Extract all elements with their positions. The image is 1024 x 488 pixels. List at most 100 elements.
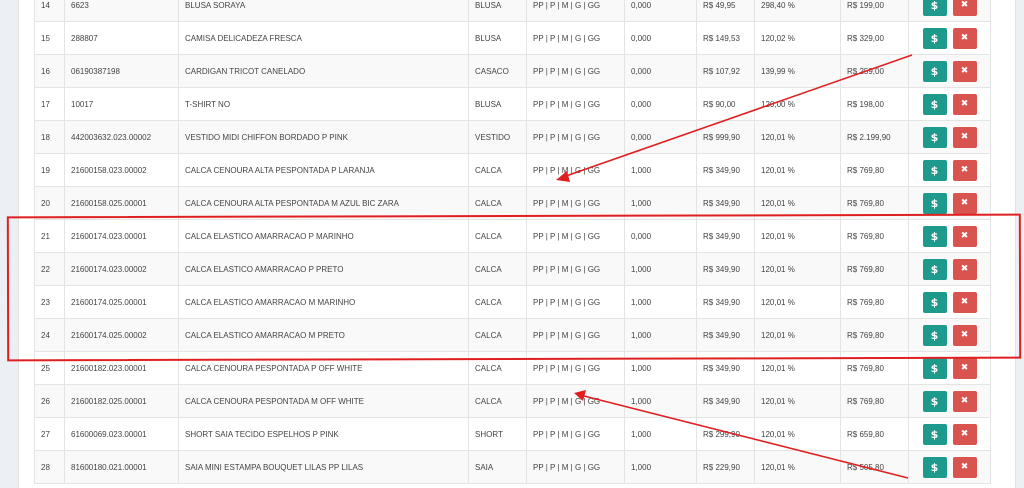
dollar-icon[interactable]: $ xyxy=(922,423,947,445)
close-icon[interactable]: ✖ xyxy=(952,192,977,214)
sale-price: R$ 259,00 xyxy=(840,54,909,88)
cost-price: R$ 349,90 xyxy=(696,384,755,418)
sale-price: R$ 199,00 xyxy=(840,0,909,22)
cost-price: R$ 349,90 xyxy=(696,318,755,352)
row-actions: $ ✖ xyxy=(908,186,991,220)
close-icon[interactable]: ✖ xyxy=(952,27,977,49)
product-code: 06190387198 xyxy=(64,54,179,88)
product-description: CALCA ELASTICO AMARRACAO M MARINHO xyxy=(178,285,469,319)
dollar-icon[interactable]: $ xyxy=(922,225,947,247)
close-icon[interactable]: ✖ xyxy=(952,93,977,115)
sale-price: R$ 198,00 xyxy=(840,87,909,121)
markup-percent: 120,01 % xyxy=(754,219,841,253)
row-number: 25 xyxy=(34,351,65,385)
cost-price: R$ 149,53 xyxy=(696,21,755,55)
dollar-icon[interactable]: $ xyxy=(922,390,947,412)
product-code: 21600174.025.00001 xyxy=(64,285,179,319)
product-code: 21600174.025.00002 xyxy=(64,318,179,352)
row-actions: $ ✖ xyxy=(908,153,991,187)
product-description: VESTIDO MIDI CHIFFON BORDADO P PINK xyxy=(178,120,469,154)
stock-quantity: 1,000 xyxy=(624,318,697,352)
row-number: 18 xyxy=(34,120,65,154)
product-category: CALCA xyxy=(468,351,527,385)
cost-price: R$ 349,90 xyxy=(696,153,755,187)
close-icon[interactable]: ✖ xyxy=(952,423,977,445)
dollar-icon[interactable]: $ xyxy=(922,258,947,280)
product-description: SHORT SAIA TECIDO ESPELHOS P PINK xyxy=(178,417,469,451)
table-row: 21 21600174.023.00001 CALCA ELASTICO AMARR… xyxy=(34,219,991,253)
stock-quantity: 1,000 xyxy=(624,252,697,286)
markup-percent: 120,01 % xyxy=(754,384,841,418)
row-actions: $ ✖ xyxy=(908,87,991,121)
dollar-icon[interactable]: $ xyxy=(922,60,947,82)
product-description: CALCA ELASTICO AMARRACAO M PRETO xyxy=(178,318,469,352)
dollar-icon[interactable]: $ xyxy=(922,126,947,148)
row-number: 23 xyxy=(34,285,65,319)
sale-price: R$ 769,80 xyxy=(840,153,909,187)
stock-quantity: 1,000 xyxy=(624,186,697,220)
dollar-icon[interactable]: $ xyxy=(922,0,947,16)
dollar-icon[interactable]: $ xyxy=(922,324,947,346)
product-category: CASACO xyxy=(468,54,527,88)
product-description: CAMISA DELICADEZA FRESCA xyxy=(178,21,469,55)
markup-percent: 120,01 % xyxy=(754,285,841,319)
product-category: CALCA xyxy=(468,252,527,286)
row-number: 27 xyxy=(34,417,65,451)
product-description: CALCA CENOURA ALTA PESPONTADA M AZUL BIC… xyxy=(178,186,469,220)
product-description: CALCA CENOURA PESPONTADA M OFF WHITE xyxy=(178,384,469,418)
sale-price: R$ 769,80 xyxy=(840,384,909,418)
row-actions: $ ✖ xyxy=(908,351,991,385)
close-icon[interactable]: ✖ xyxy=(952,258,977,280)
product-category: BLUSA xyxy=(468,0,527,22)
dollar-icon[interactable]: $ xyxy=(922,93,947,115)
product-description: CALCA CENOURA PESPONTADA P OFF WHITE xyxy=(178,351,469,385)
close-icon[interactable]: ✖ xyxy=(952,357,977,379)
dollar-icon[interactable]: $ xyxy=(922,291,947,313)
row-number: 26 xyxy=(34,384,65,418)
product-category: CALCA xyxy=(468,384,527,418)
product-code: 6623 xyxy=(64,0,179,22)
row-number: 19 xyxy=(34,153,65,187)
close-icon[interactable]: ✖ xyxy=(952,390,977,412)
close-icon[interactable]: ✖ xyxy=(952,456,977,478)
markup-percent: 120,02 % xyxy=(754,21,841,55)
dollar-icon[interactable]: $ xyxy=(922,159,947,181)
table-row: 19 21600158.023.00002 CALCA CENOURA ALTA P… xyxy=(34,153,991,187)
table-row: 27 61600069.023.00001 SHORT SAIA TECIDO ES… xyxy=(34,417,991,451)
content-area: 14 6623 BLUSA SORAYA BLUSA PP | P | M | G | … xyxy=(0,0,1024,488)
close-icon[interactable]: ✖ xyxy=(952,0,977,16)
table-row: 18 442003632.023.00002 VESTIDO MIDI CHIFFO… xyxy=(34,120,991,154)
close-icon[interactable]: ✖ xyxy=(952,324,977,346)
product-sizes: PP | P | M | G | GG xyxy=(526,417,625,451)
dollar-icon[interactable]: $ xyxy=(922,357,947,379)
close-icon[interactable]: ✖ xyxy=(952,159,977,181)
product-code: 21600182.023.00001 xyxy=(64,351,179,385)
table-row: 28 81600180.021.00001 SAIA MINI ESTAMPA BO… xyxy=(34,450,991,484)
dollar-icon[interactable]: $ xyxy=(922,27,947,49)
table-row: 20 21600158.025.00001 CALCA CENOURA ALTA P… xyxy=(34,186,991,220)
stock-quantity: 1,000 xyxy=(624,153,697,187)
stock-quantity: 1,000 xyxy=(624,351,697,385)
close-icon[interactable]: ✖ xyxy=(952,126,977,148)
dollar-icon[interactable]: $ xyxy=(922,456,947,478)
row-actions: $ ✖ xyxy=(908,450,991,484)
cost-price: R$ 349,90 xyxy=(696,186,755,220)
sale-price: R$ 329,00 xyxy=(840,21,909,55)
close-icon[interactable]: ✖ xyxy=(952,291,977,313)
row-number: 22 xyxy=(34,252,65,286)
close-icon[interactable]: ✖ xyxy=(952,60,977,82)
stock-quantity: 0,000 xyxy=(624,0,697,22)
product-sizes: PP | P | M | G | GG xyxy=(526,186,625,220)
dollar-icon[interactable]: $ xyxy=(922,192,947,214)
close-icon[interactable]: ✖ xyxy=(952,225,977,247)
row-number: 16 xyxy=(34,54,65,88)
product-category: CALCA xyxy=(468,285,527,319)
product-category: CALCA xyxy=(468,153,527,187)
markup-percent: 120,01 % xyxy=(754,351,841,385)
product-category: SAIA xyxy=(468,450,527,484)
stock-quantity: 1,000 xyxy=(624,384,697,418)
markup-percent: 120,01 % xyxy=(754,186,841,220)
row-actions: $ ✖ xyxy=(908,285,991,319)
cost-price: R$ 90,00 xyxy=(696,87,755,121)
sale-price: R$ 769,80 xyxy=(840,285,909,319)
